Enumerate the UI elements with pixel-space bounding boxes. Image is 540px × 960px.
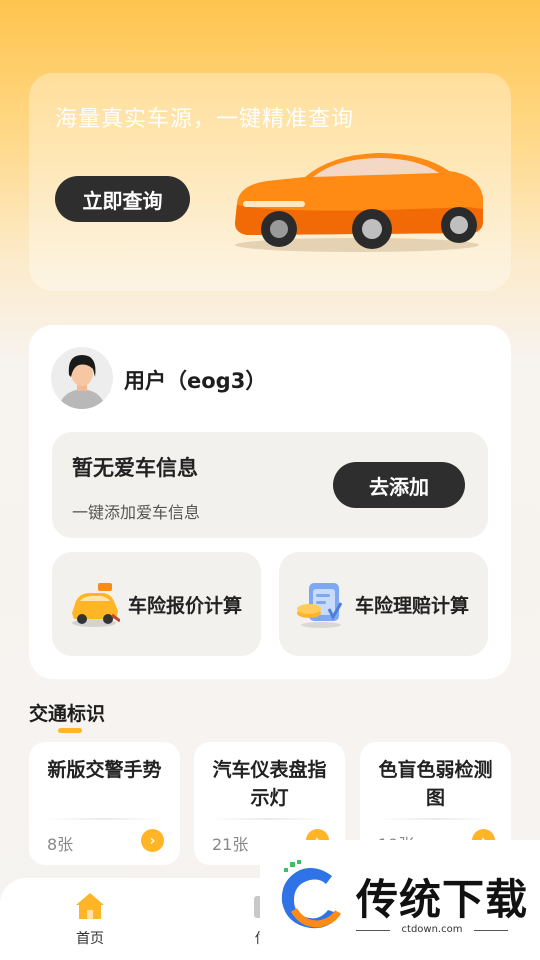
banner: 海量真实车源，一键精准查询 立即查询	[29, 73, 511, 291]
sign-card-title: 新版交警手势	[47, 759, 162, 781]
watermark-text: 传统下载	[356, 875, 529, 924]
banner-title: 海量真实车源，一键精准查询	[55, 107, 355, 132]
ctdown-logo-icon	[281, 860, 342, 929]
insurance-claim-tool[interactable]: 车险理赔计算	[279, 552, 488, 656]
divider	[45, 818, 164, 820]
tab-home[interactable]: 首页	[50, 878, 130, 960]
car-info-subtitle: 一键添加爱车信息	[72, 503, 201, 522]
query-now-button[interactable]: 立即查询	[55, 176, 190, 222]
divider	[210, 818, 329, 820]
section-underline	[58, 728, 82, 733]
tab-home-label: 首页	[76, 931, 104, 947]
sign-card-title: 汽车仪表盘指示灯	[212, 759, 327, 809]
avatar[interactable]	[51, 347, 113, 409]
user-card: 用户（eog3） 暂无爱车信息 一键添加爱车信息 去添加 车险报价计算 车险理赔…	[29, 325, 511, 679]
insurance-quote-tool[interactable]: 车险报价计算	[52, 552, 261, 656]
user-name: 用户（eog3）	[124, 369, 267, 393]
user-avatar-icon	[51, 347, 113, 409]
sign-card-gestures[interactable]: 新版交警手势 8张 ›	[29, 742, 180, 865]
add-car-button[interactable]: 去添加	[333, 462, 465, 508]
car-quote-icon	[72, 583, 120, 627]
chevron-right-icon[interactable]: ›	[141, 829, 164, 852]
insurance-quote-label: 车险报价计算	[128, 595, 243, 617]
sign-card-count: 21张	[212, 835, 249, 854]
divider	[376, 818, 495, 820]
sign-card-title: 色盲色弱检测图	[378, 759, 493, 809]
watermark-domain: ctdown.com	[356, 924, 508, 935]
car-info-panel: 暂无爱车信息 一键添加爱车信息 去添加	[52, 432, 488, 538]
car-info-title: 暂无爱车信息	[72, 456, 198, 480]
sign-card-count: 8张	[47, 835, 74, 854]
claim-document-icon	[297, 583, 343, 628]
traffic-signs-title: 交通标识	[29, 703, 106, 725]
home-icon	[76, 893, 104, 919]
watermark: 传统下载 ctdown.com	[260, 840, 540, 960]
car-illustration-icon	[235, 153, 483, 252]
insurance-claim-label: 车险理赔计算	[355, 595, 470, 617]
